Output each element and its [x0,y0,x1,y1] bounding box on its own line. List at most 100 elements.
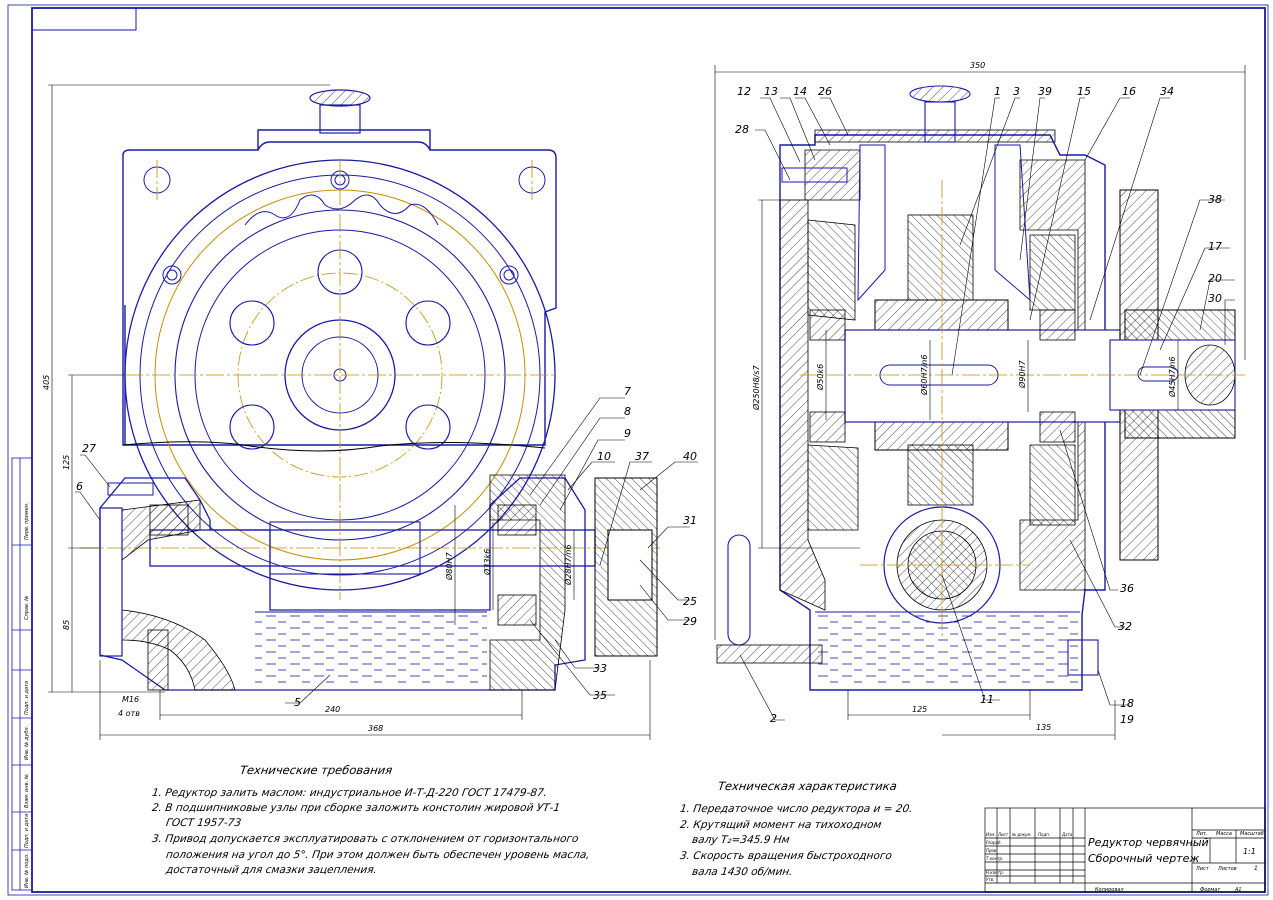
callout-19: 19 [1120,713,1134,726]
role-label: Т.контр. [986,856,1003,861]
requirement-item: положения на угол до 5°. При этом должен… [165,849,591,861]
dim-sprocket-dia: Ø45H7/n6 [1167,357,1177,398]
mass-label: Масса [1216,831,1232,837]
callout-14: 14 [793,85,807,98]
callout-31: 31 [683,514,697,527]
dim-bearing-dia: Ø50k6 [815,364,825,391]
side-label: Подп. и дата [24,681,30,715]
side-label: Перв. примен. [24,502,30,540]
dim-right-offset: 135 [1036,723,1051,732]
dim-side-overall-width: 350 [970,61,985,70]
front-view [80,89,660,691]
dim-thread: M16 [122,695,139,704]
callout-35: 35 [593,689,607,702]
dim-base-width: 240 [325,705,340,714]
side-label: Справ. № [24,596,30,620]
callout-30: 30 [1208,292,1222,305]
side-section-view [716,85,1245,691]
row-label: Подп. [1038,832,1050,837]
dim-overall-height: 405 [42,375,51,390]
characteristic-item: 2. Крутящий момент на тихоходном [679,819,883,831]
requirement-item: ГОСТ 1957-73 [165,817,242,829]
role-label: Утв. [986,877,994,882]
scale-value: 1:1 [1243,847,1256,856]
role-label: Разраб. [986,840,1002,845]
sheet-label: Лист [1195,866,1210,872]
callout-26: 26 [818,85,832,98]
side-label: Подп. и дата [24,814,30,848]
drawing-type: Сборочный чертеж [1088,852,1199,865]
callout-5: 5 [294,696,301,709]
break-line [122,441,546,452]
callout-13: 13 [764,85,778,98]
callout-32: 32 [1118,620,1132,633]
lit-label: Лит. [1195,831,1208,837]
format-label: Формат [1200,887,1221,893]
callout-25: 25 [683,595,697,608]
callout-28: 28 [735,123,749,136]
lower-housing-section [99,474,658,691]
callout-9: 9 [624,427,631,440]
callout-6: 6 [76,480,83,493]
title-block [984,807,1266,893]
copied-label: Копировал [1095,887,1124,893]
dim-lower: 85 [62,620,71,630]
callout-40: 40 [683,450,697,463]
callout-12: 12 [737,85,751,98]
row-label: № докум. [1011,832,1032,837]
callout-34: 34 [1160,85,1174,98]
callout-15: 15 [1077,85,1091,98]
callout-20: 20 [1208,272,1222,285]
side-label: Взам. инв. № [24,774,30,808]
callout-17: 17 [1208,240,1222,253]
role-label: Пров. [986,848,998,853]
requirement-item: достаточный для смазки зацепления. [165,864,378,876]
dim-shaft-dia-1: Ø80H7 [444,552,454,581]
requirement-item: 2. В подшипниковые узлы при сборке залож… [151,802,561,814]
side-label: Инв. № дубл. [24,726,30,760]
callout-1: 1 [994,85,1001,98]
oil-filler-cap [309,89,371,134]
requirement-item: 1. Редуктор залить маслом: индустриально… [151,787,548,799]
callout-38: 38 [1208,193,1222,206]
housing-outline [122,129,557,446]
callout-2: 2 [770,712,777,725]
scale-label: Масштаб [1240,831,1264,837]
callout-33: 33 [593,662,607,675]
dim-shaft-dia-3: Ø28H7/n6 [563,545,573,586]
corner-bolts [143,166,546,285]
callout-10: 10 [597,450,611,463]
callout-29: 29 [683,615,697,628]
callout-3: 3 [1013,85,1020,98]
side-strip-labels: Перв. примен. Справ. № Подп. и дата Инв.… [24,502,30,888]
characteristic-item: вала 1430 об/мин. [691,866,794,878]
dim-overall-width: 368 [368,724,383,733]
characteristics-title: Техническая характеристика [717,779,898,793]
callout-16: 16 [1122,85,1136,98]
dim-holes: 4 отв [118,709,140,718]
dim-upper: 125 [62,455,71,470]
row-label: Изм. [986,832,995,837]
row-label: Дата [1061,832,1073,837]
dim-axis-distance: 125 [912,705,927,714]
drawing-name: Редуктор червячный [1088,836,1209,849]
sheets-label: Листов [1217,866,1237,872]
dim-hub-dia: Ø90H7 [1017,360,1027,389]
callout-39: 39 [1038,85,1052,98]
callout-8: 8 [624,405,631,418]
side-label: Инв. № подл. [24,854,30,889]
assembly-drawing-sheet: Перв. примен. Справ. № Подп. и дата Инв.… [7,4,1269,896]
requirements-title: Технические требования [239,763,394,777]
characteristic-item: 3. Скорость вращения быстроходного [679,850,893,862]
dim-shaft-dia-2: Ø33k6 [482,549,492,576]
callout-7: 7 [624,385,631,398]
characteristic-item: валу T₂=345.9 Нм [691,834,791,846]
dim-housing-dia: Ø250H8/s7 [751,364,761,411]
requirement-item: 3. Привод допускается эксплуатировать с … [151,833,580,845]
dim-wheel-dia: Ø60H7/n6 [919,355,929,396]
callout-36: 36 [1120,582,1134,595]
callout-11: 11 [980,693,994,706]
callout-37: 37 [635,450,649,463]
sheets-value: 1 [1254,865,1258,872]
role-label: Н.контр. [986,870,1004,875]
